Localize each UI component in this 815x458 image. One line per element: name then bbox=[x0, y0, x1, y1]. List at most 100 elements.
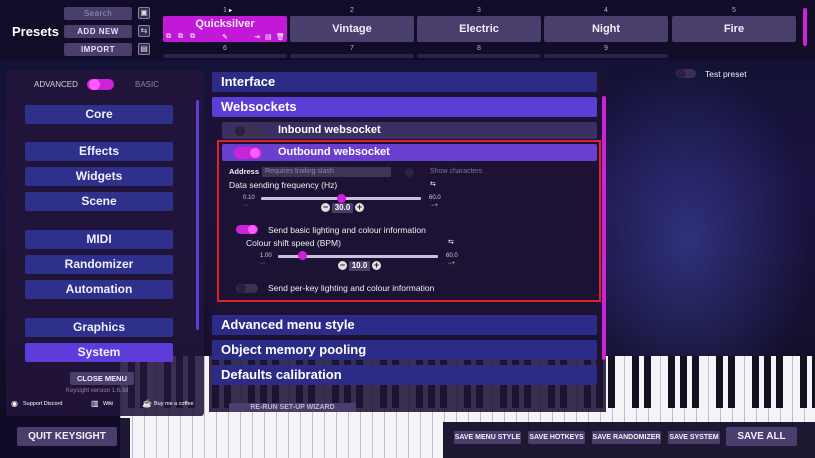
save-icon[interactable]: ▤ bbox=[265, 33, 272, 41]
reset-icon[interactable]: ⇆ bbox=[430, 180, 436, 188]
send-basic-label: Send basic lighting and colour informati… bbox=[268, 225, 426, 235]
test-preset-label: Test preset bbox=[705, 69, 747, 79]
piano-black-key bbox=[800, 356, 807, 408]
send-basic-toggle[interactable] bbox=[236, 225, 258, 234]
step-up-icon[interactable]: −+ bbox=[448, 261, 455, 267]
sidebar-item-widgets[interactable]: Widgets bbox=[25, 167, 173, 186]
background-glow bbox=[600, 60, 815, 360]
section-object-memory-pooling[interactable]: Object memory pooling bbox=[212, 340, 597, 360]
colour-shift-value[interactable]: 10.0 bbox=[349, 261, 370, 271]
save-all-button[interactable]: SAVE ALL bbox=[726, 427, 797, 446]
preset-slot-9[interactable] bbox=[544, 54, 668, 58]
piano-black-key bbox=[716, 356, 723, 408]
preset-slot-electric[interactable]: Electric bbox=[417, 16, 541, 42]
frequency-increment-button[interactable]: + bbox=[355, 203, 364, 212]
copy-icon[interactable]: ⧉ bbox=[166, 33, 171, 41]
preset-slot-7[interactable] bbox=[290, 54, 414, 58]
sidebar-scrollbar[interactable] bbox=[196, 100, 199, 330]
save-menu-style-button[interactable]: SAVE MENU STYLE bbox=[454, 431, 521, 444]
colour-shift-decrement-button[interactable]: − bbox=[338, 261, 347, 270]
presets-title: Presets bbox=[12, 24, 59, 39]
save-system-button[interactable]: SAVE SYSTEM bbox=[668, 431, 720, 444]
delete-icon[interactable]: 🗑 bbox=[276, 33, 285, 41]
add-new-button[interactable]: ADD NEW bbox=[64, 25, 132, 38]
step-down-icon[interactable]: −◦ bbox=[243, 203, 249, 209]
inbound-websocket-header[interactable]: Inbound websocket bbox=[222, 122, 597, 139]
outbound-settings-highlight bbox=[217, 140, 601, 302]
sidebar-item-system[interactable]: System bbox=[25, 343, 173, 362]
preset-slot-8[interactable] bbox=[417, 54, 541, 58]
outbound-websocket-toggle[interactable] bbox=[234, 147, 262, 159]
settings-scrollbar[interactable] bbox=[602, 96, 606, 360]
section-advanced-menu-style[interactable]: Advanced menu style bbox=[212, 315, 597, 335]
sidebar-item-automation[interactable]: Automation bbox=[25, 280, 173, 299]
step-down-icon[interactable]: −◦ bbox=[260, 261, 266, 267]
slot-number-4: 4 bbox=[604, 7, 608, 14]
sidebar-item-scene[interactable]: Scene bbox=[25, 192, 173, 211]
presets-scrollbar[interactable] bbox=[803, 8, 807, 46]
show-characters-toggle[interactable] bbox=[405, 168, 414, 177]
preset-slot-fire[interactable]: Fire bbox=[672, 16, 796, 42]
slot-number-9: 9 bbox=[604, 45, 608, 52]
address-input[interactable]: Requires trailing slash bbox=[262, 167, 391, 177]
preset-slot-6[interactable] bbox=[163, 54, 287, 58]
slot-number-6: 6 bbox=[223, 45, 227, 52]
outbound-websocket-header[interactable]: Outbound websocket bbox=[222, 144, 597, 161]
save-icon[interactable]: ▤ bbox=[138, 43, 150, 55]
colour-shift-increment-button[interactable]: + bbox=[372, 261, 381, 270]
send-perkey-toggle[interactable] bbox=[236, 284, 258, 293]
quit-keysight-button[interactable]: QUIT KEYSIGHT bbox=[17, 427, 117, 446]
send-perkey-label: Send per-key lighting and colour informa… bbox=[268, 283, 435, 293]
sidebar-item-core[interactable]: Core bbox=[25, 105, 173, 124]
rename-icon[interactable]: ⇥ bbox=[254, 33, 260, 41]
frequency-value[interactable]: 30.0 bbox=[332, 203, 353, 213]
step-up-icon[interactable]: −+ bbox=[431, 203, 438, 209]
wiki-link[interactable]: Wiki bbox=[103, 401, 113, 407]
piano-black-key bbox=[728, 356, 735, 408]
slot-number-7: 7 bbox=[350, 45, 354, 52]
inbound-websocket-toggle[interactable] bbox=[234, 125, 262, 137]
piano-black-key bbox=[608, 356, 615, 408]
swap-icon[interactable]: ⇆ bbox=[138, 25, 150, 37]
folder-icon[interactable]: ▣ bbox=[138, 7, 150, 19]
discord-icon[interactable]: ◉ bbox=[11, 399, 18, 408]
save-hotkeys-button[interactable]: SAVE HOTKEYS bbox=[528, 431, 585, 444]
coffee-icon[interactable]: ☕ bbox=[142, 399, 152, 408]
piano-black-key bbox=[632, 356, 639, 408]
frequency-max: 60.0 bbox=[429, 195, 441, 201]
piano-black-key bbox=[680, 356, 687, 408]
section-interface[interactable]: Interface bbox=[212, 72, 597, 92]
section-defaults-calibration[interactable]: Defaults calibration bbox=[212, 365, 597, 385]
buy-coffee-link[interactable]: Buy me a coffee bbox=[154, 401, 194, 407]
preset-slot-night[interactable]: Night bbox=[544, 16, 668, 42]
sidebar-item-midi[interactable]: MIDI bbox=[25, 230, 173, 249]
frequency-slider-knob[interactable] bbox=[336, 194, 346, 203]
rerun-setup-wizard-button[interactable]: RE-RUN SET-UP WIZARD bbox=[229, 403, 356, 412]
version-text: Keysight version 1.6.3d bbox=[66, 388, 129, 394]
preset-search-input[interactable]: Search bbox=[64, 7, 132, 20]
play-icon[interactable]: ▸ bbox=[229, 7, 232, 14]
advanced-basic-toggle[interactable] bbox=[87, 79, 114, 90]
sidebar-item-randomizer[interactable]: Randomizer bbox=[25, 255, 173, 274]
support-discord-link[interactable]: Support Discord bbox=[23, 401, 62, 407]
test-preset-toggle[interactable] bbox=[676, 69, 696, 78]
slot-number-2: 2 bbox=[350, 7, 354, 14]
piano-black-key bbox=[764, 356, 771, 408]
copy-icon[interactable]: ⧉ bbox=[178, 33, 183, 41]
colour-shift-slider-knob[interactable] bbox=[297, 251, 307, 260]
reset-icon[interactable]: ⇆ bbox=[448, 238, 454, 246]
close-menu-button[interactable]: CLOSE MENU bbox=[70, 372, 134, 385]
frequency-decrement-button[interactable]: − bbox=[321, 203, 330, 212]
colour-shift-min: 1.00 bbox=[260, 253, 272, 259]
wiki-icon[interactable]: ▥ bbox=[91, 399, 99, 408]
copy-icon[interactable]: ⧉ bbox=[190, 33, 195, 41]
sidebar-item-effects[interactable]: Effects bbox=[25, 142, 173, 161]
sidebar-item-graphics[interactable]: Graphics bbox=[25, 318, 173, 337]
section-websockets[interactable]: Websockets bbox=[212, 97, 597, 117]
piano-black-key bbox=[752, 356, 759, 408]
frequency-label: Data sending frequency (Hz) bbox=[229, 180, 338, 190]
edit-icon[interactable]: ✎ bbox=[222, 33, 228, 41]
save-randomizer-button[interactable]: SAVE RANDOMIZER bbox=[592, 431, 661, 444]
preset-slot-vintage[interactable]: Vintage bbox=[290, 16, 414, 42]
import-button[interactable]: IMPORT bbox=[64, 43, 132, 56]
